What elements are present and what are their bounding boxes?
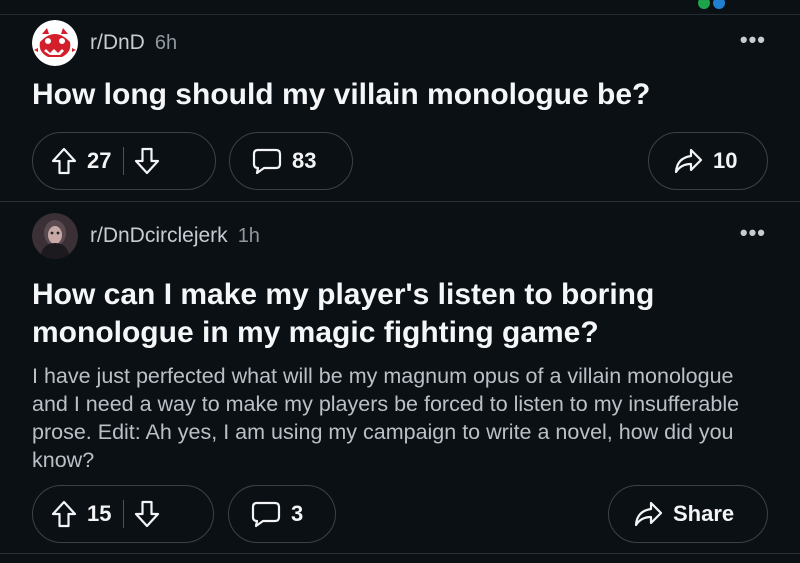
downvote-arrow-icon[interactable] <box>134 500 160 528</box>
share-arrow-icon <box>633 501 663 527</box>
post-title[interactable]: How long should my villain monologue be? <box>32 76 770 114</box>
comment-count: 83 <box>292 148 317 173</box>
share-count: 10 <box>713 148 738 173</box>
vote-separator <box>123 147 125 175</box>
post-age: 1h <box>237 224 260 247</box>
post-divider <box>0 553 800 554</box>
post-card[interactable]: r/DnDcirclejerk 1h ••• How can I make my… <box>0 202 800 552</box>
downvote-arrow-icon[interactable] <box>134 147 160 175</box>
post-card[interactable]: r/DnD 6h ••• How long should my villain … <box>0 15 800 201</box>
comments-button[interactable]: 3 <box>228 485 336 543</box>
comments-button[interactable]: 83 <box>229 132 353 190</box>
circlejerk-avatar-icon[interactable] <box>32 213 78 259</box>
more-options-icon[interactable]: ••• <box>740 220 766 246</box>
post-meta: r/DnDcirclejerk 1h <box>32 213 260 259</box>
upvote-arrow-icon[interactable] <box>51 500 77 528</box>
vote-separator <box>123 500 125 528</box>
upvote-count: 15 <box>87 501 112 526</box>
subreddit-name[interactable]: r/DnDcirclejerk <box>90 224 228 248</box>
comment-count: 3 <box>291 501 304 526</box>
share-arrow-icon <box>673 148 703 174</box>
share-label: Share <box>673 501 735 526</box>
post-body[interactable]: I have just perfected what will be my ma… <box>32 362 760 474</box>
vote-control: 27 <box>32 132 216 190</box>
comment-bubble-icon <box>252 147 282 175</box>
post-meta: r/DnD 6h <box>32 20 177 66</box>
upvote-count: 27 <box>87 148 112 173</box>
share-button[interactable]: Share <box>608 485 768 543</box>
comment-bubble-icon <box>251 500 281 528</box>
dnd-dragon-avatar-icon[interactable] <box>32 20 78 66</box>
post-title[interactable]: How can I make my player's listen to bor… <box>32 276 770 352</box>
subreddit-name[interactable]: r/DnD <box>90 31 145 55</box>
status-indicator <box>698 0 728 14</box>
post-age: 6h <box>154 31 178 54</box>
upvote-arrow-icon[interactable] <box>51 147 77 175</box>
more-options-icon[interactable]: ••• <box>740 27 766 53</box>
vote-control: 15 <box>32 485 214 543</box>
share-button[interactable]: 10 <box>648 132 768 190</box>
